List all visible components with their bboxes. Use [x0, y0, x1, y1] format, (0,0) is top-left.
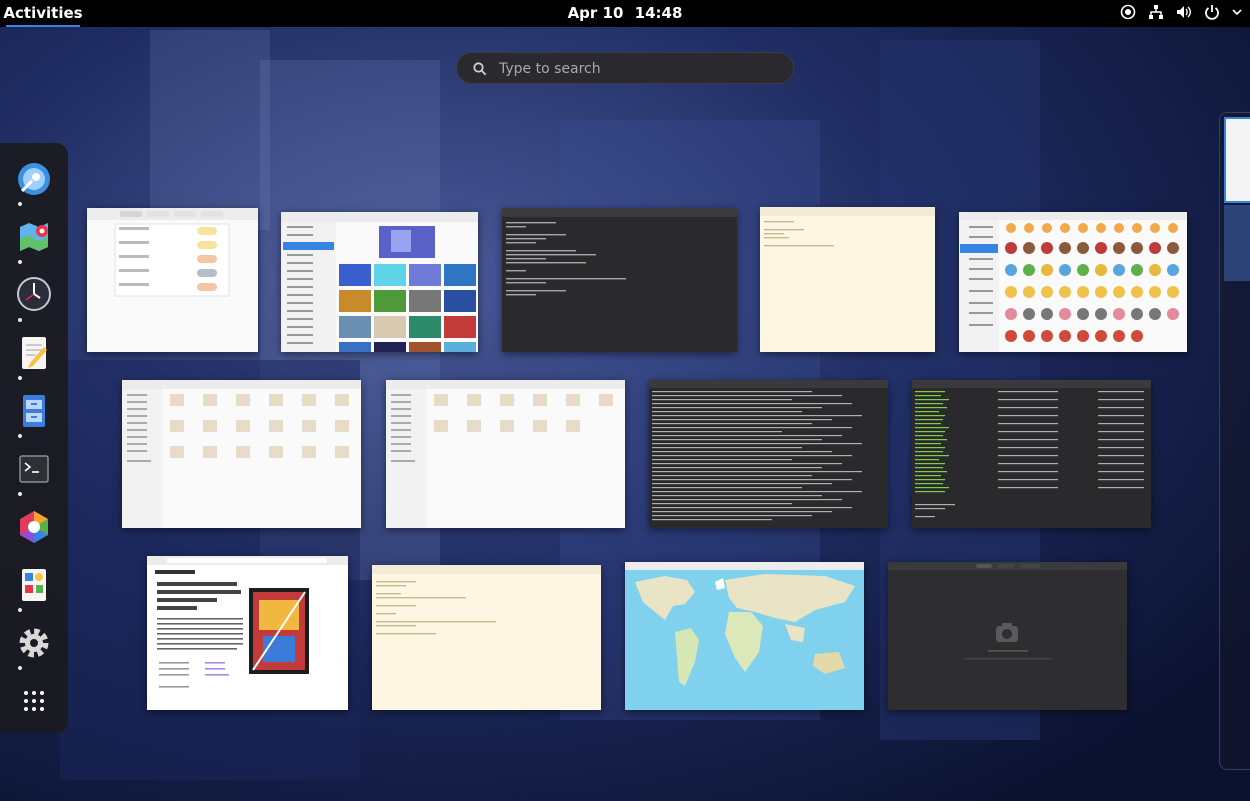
window-files-home[interactable]	[122, 380, 361, 528]
terminal-icon	[19, 455, 49, 483]
window-web-browser[interactable]	[147, 556, 348, 710]
search-input[interactable]	[497, 57, 781, 81]
maps-icon	[20, 223, 48, 251]
window-camera[interactable]	[888, 562, 1127, 710]
window-thumbnail	[386, 380, 625, 528]
window-terminal-1[interactable]	[502, 208, 737, 352]
system-tray[interactable]	[1120, 0, 1242, 27]
search-box[interactable]	[456, 52, 794, 84]
window-thumbnail	[649, 380, 888, 521]
time-label: 14:48	[634, 4, 683, 22]
date-label: Apr 10	[567, 4, 624, 22]
window-terminal-3[interactable]	[912, 380, 1151, 528]
chevron-down-icon[interactable]	[1232, 4, 1242, 24]
dash-characters[interactable]	[14, 565, 54, 605]
window-thumbnail	[147, 556, 348, 688]
dash-web-browser[interactable]	[14, 159, 54, 199]
window-thumbnail	[625, 562, 864, 710]
dash	[0, 143, 68, 733]
workspace-thumbnail	[1224, 205, 1250, 281]
clocks-icon	[17, 277, 51, 311]
dash-software[interactable]	[14, 507, 54, 547]
activities-button[interactable]: Activities	[0, 0, 86, 27]
dash-clocks[interactable]	[14, 274, 54, 314]
show-apps-button[interactable]	[14, 681, 54, 721]
dash-settings[interactable]	[14, 623, 54, 663]
window-thumbnail	[122, 380, 361, 528]
window-text-editor-2[interactable]	[372, 565, 601, 710]
dash-text-editor[interactable]	[14, 333, 54, 373]
window-thumbnail	[959, 212, 1187, 352]
workspace-next[interactable]	[1219, 112, 1250, 770]
window-thumbnail	[372, 565, 601, 635]
top-bar: Activities Apr 10 14:48	[0, 0, 1250, 27]
software-icon	[20, 511, 48, 543]
window-thumbnail	[87, 208, 258, 297]
window-thumbnail	[760, 207, 935, 247]
dash-terminal[interactable]	[14, 449, 54, 489]
dash-maps[interactable]	[14, 217, 54, 257]
clock-button[interactable]: Apr 10 14:48	[500, 0, 750, 27]
settings-icon	[19, 628, 49, 658]
workspace-thumbnail	[1224, 117, 1250, 203]
window-settings-background[interactable]	[281, 212, 478, 352]
power-icon[interactable]	[1204, 4, 1220, 24]
window-terminal-2[interactable]	[649, 380, 888, 528]
window-maps[interactable]	[625, 562, 864, 710]
window-thumbnail	[888, 562, 1127, 660]
window-thumbnail	[502, 208, 737, 296]
web-browser-icon	[18, 163, 50, 195]
window-characters[interactable]	[959, 212, 1187, 352]
window-text-editor-1[interactable]	[760, 207, 935, 352]
network-wired-icon[interactable]	[1148, 4, 1164, 24]
window-clocks[interactable]	[87, 208, 258, 352]
search-icon	[473, 61, 487, 80]
window-files-folder[interactable]	[386, 380, 625, 528]
camera-icon	[996, 623, 1018, 642]
app-grid-icon	[24, 691, 44, 711]
window-thumbnail	[912, 380, 1151, 518]
accessibility-icon[interactable]	[1120, 4, 1136, 24]
files-icon	[23, 395, 45, 427]
text-editor-icon	[22, 337, 47, 369]
window-thumbnail	[281, 212, 478, 352]
dash-files[interactable]	[14, 391, 54, 431]
characters-icon	[22, 569, 46, 601]
volume-icon[interactable]	[1176, 4, 1192, 24]
